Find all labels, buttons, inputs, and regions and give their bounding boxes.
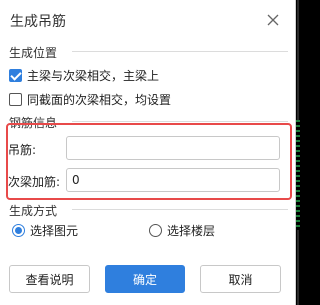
checkbox-checked-icon[interactable] [9, 69, 22, 82]
radio-selected-icon[interactable] [12, 224, 25, 237]
dialog-title: 生成吊筋 [10, 14, 66, 30]
checkbox-label: 同截面的次梁相交，均设置 [27, 93, 172, 107]
extra-stirrup-input[interactable] [66, 168, 280, 192]
cancel-button[interactable]: 取消 [200, 265, 281, 293]
radio-label: 选择图元 [30, 224, 79, 238]
title-bar[interactable]: 生成吊筋 [0, 0, 296, 38]
checkbox-label: 主梁与次梁相交，主梁上 [27, 69, 160, 83]
divider [72, 121, 288, 122]
checkbox-same-section[interactable]: 同截面的次梁相交，均设置 [9, 91, 171, 108]
divider [72, 51, 288, 52]
checkbox-main-beam[interactable]: 主梁与次梁相交，主梁上 [9, 67, 159, 84]
section-position-label: 生成位置 [9, 46, 58, 60]
help-button[interactable]: 查看说明 [9, 265, 90, 293]
section-method-label: 生成方式 [9, 204, 58, 218]
radio-select-floor[interactable]: 选择楼层 [149, 222, 215, 239]
ok-button[interactable]: 确定 [105, 265, 185, 293]
canvas-drawing [296, 120, 300, 230]
extra-stirrup-label: 次梁加筋: [8, 175, 61, 189]
hanger-label: 吊筋: [8, 143, 37, 157]
divider [72, 209, 288, 210]
radio-unselected-icon[interactable] [149, 224, 162, 237]
checkbox-unchecked-icon[interactable] [9, 93, 22, 106]
generate-hanger-dialog: 生成吊筋 生成位置 主梁与次梁相交，主梁上 同截面的次梁相交，均设置 钢筋信息 … [0, 0, 296, 305]
radio-select-element[interactable]: 选择图元 [12, 222, 78, 239]
radio-label: 选择楼层 [167, 224, 216, 238]
section-rebar-info-label: 钢筋信息 [9, 116, 58, 130]
close-icon[interactable] [266, 13, 280, 27]
hanger-input[interactable] [66, 136, 280, 160]
